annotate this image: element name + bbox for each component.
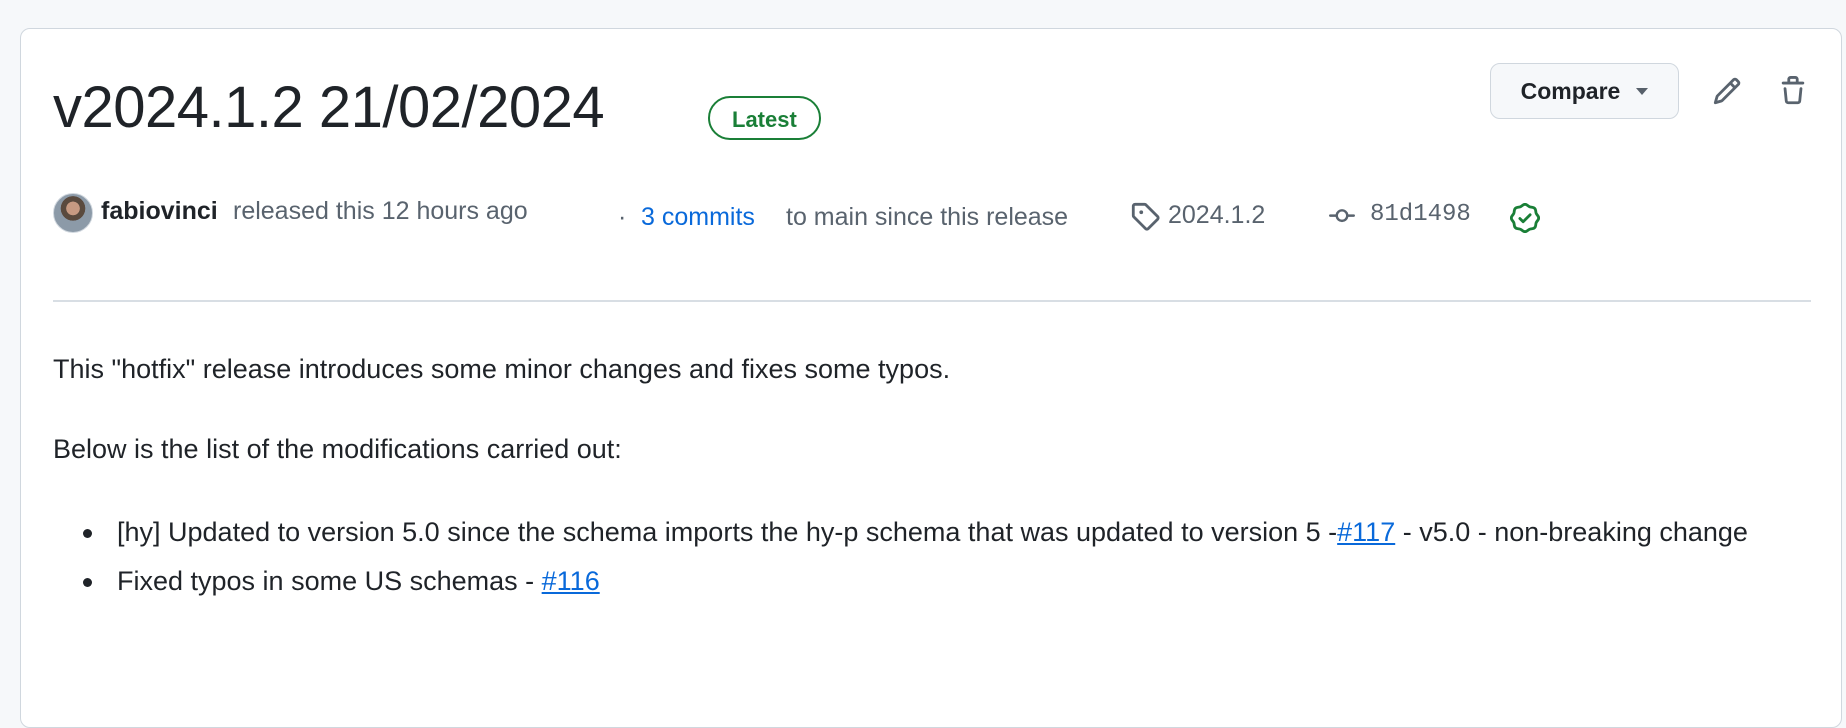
divider [53,300,1811,302]
avatar[interactable] [53,193,93,233]
compare-button[interactable]: Compare [1490,63,1679,119]
released-time: released this 12 hours ago [233,197,528,225]
release-intro: This "hotfix" release introduces some mi… [53,354,951,384]
list-item: [hy] Updated to version 5.0 since the sc… [53,512,1753,553]
commits-link[interactable]: 3 commits [641,203,755,232]
trash-icon [1781,76,1805,105]
pencil-icon [1713,77,1741,105]
separator-dot: · [618,203,627,231]
verified-check-icon[interactable] [1510,203,1540,240]
change-list: [hy] Updated to version 5.0 since the sc… [53,512,1753,609]
delete-button[interactable] [1773,71,1813,111]
tag-icon [1130,201,1160,238]
latest-badge: Latest [708,96,821,140]
issue-link-117[interactable]: #117 [1337,517,1395,547]
edit-button[interactable] [1707,71,1747,111]
git-commit-icon [1327,203,1357,236]
commit-sha-link[interactable]: 81d1498 [1370,201,1471,228]
list-item: Fixed typos in some US schemas - #116 [53,561,1753,602]
caret-down-icon [1636,87,1649,95]
release-card: v2024.1.2 21/02/2024 Latest Compare fabi… [20,28,1842,728]
tag-link[interactable]: 2024.1.2 [1168,201,1265,230]
commits-suffix: to main since this release [786,203,1069,231]
list-item-text: [hy] Updated to version 5.0 since the sc… [117,517,1338,547]
author-link[interactable]: fabiovinci [101,197,218,226]
issue-link-116[interactable]: #116 [542,566,600,596]
compare-label: Compare [1520,77,1621,104]
list-item-text: Fixed typos in some US schemas - [117,565,542,596]
release-title: v2024.1.2 21/02/2024 [53,75,605,140]
release-list-intro: Below is the list of the modifications c… [53,434,622,464]
list-item-text-after: - v5.0 - non-breaking change [1395,517,1748,547]
